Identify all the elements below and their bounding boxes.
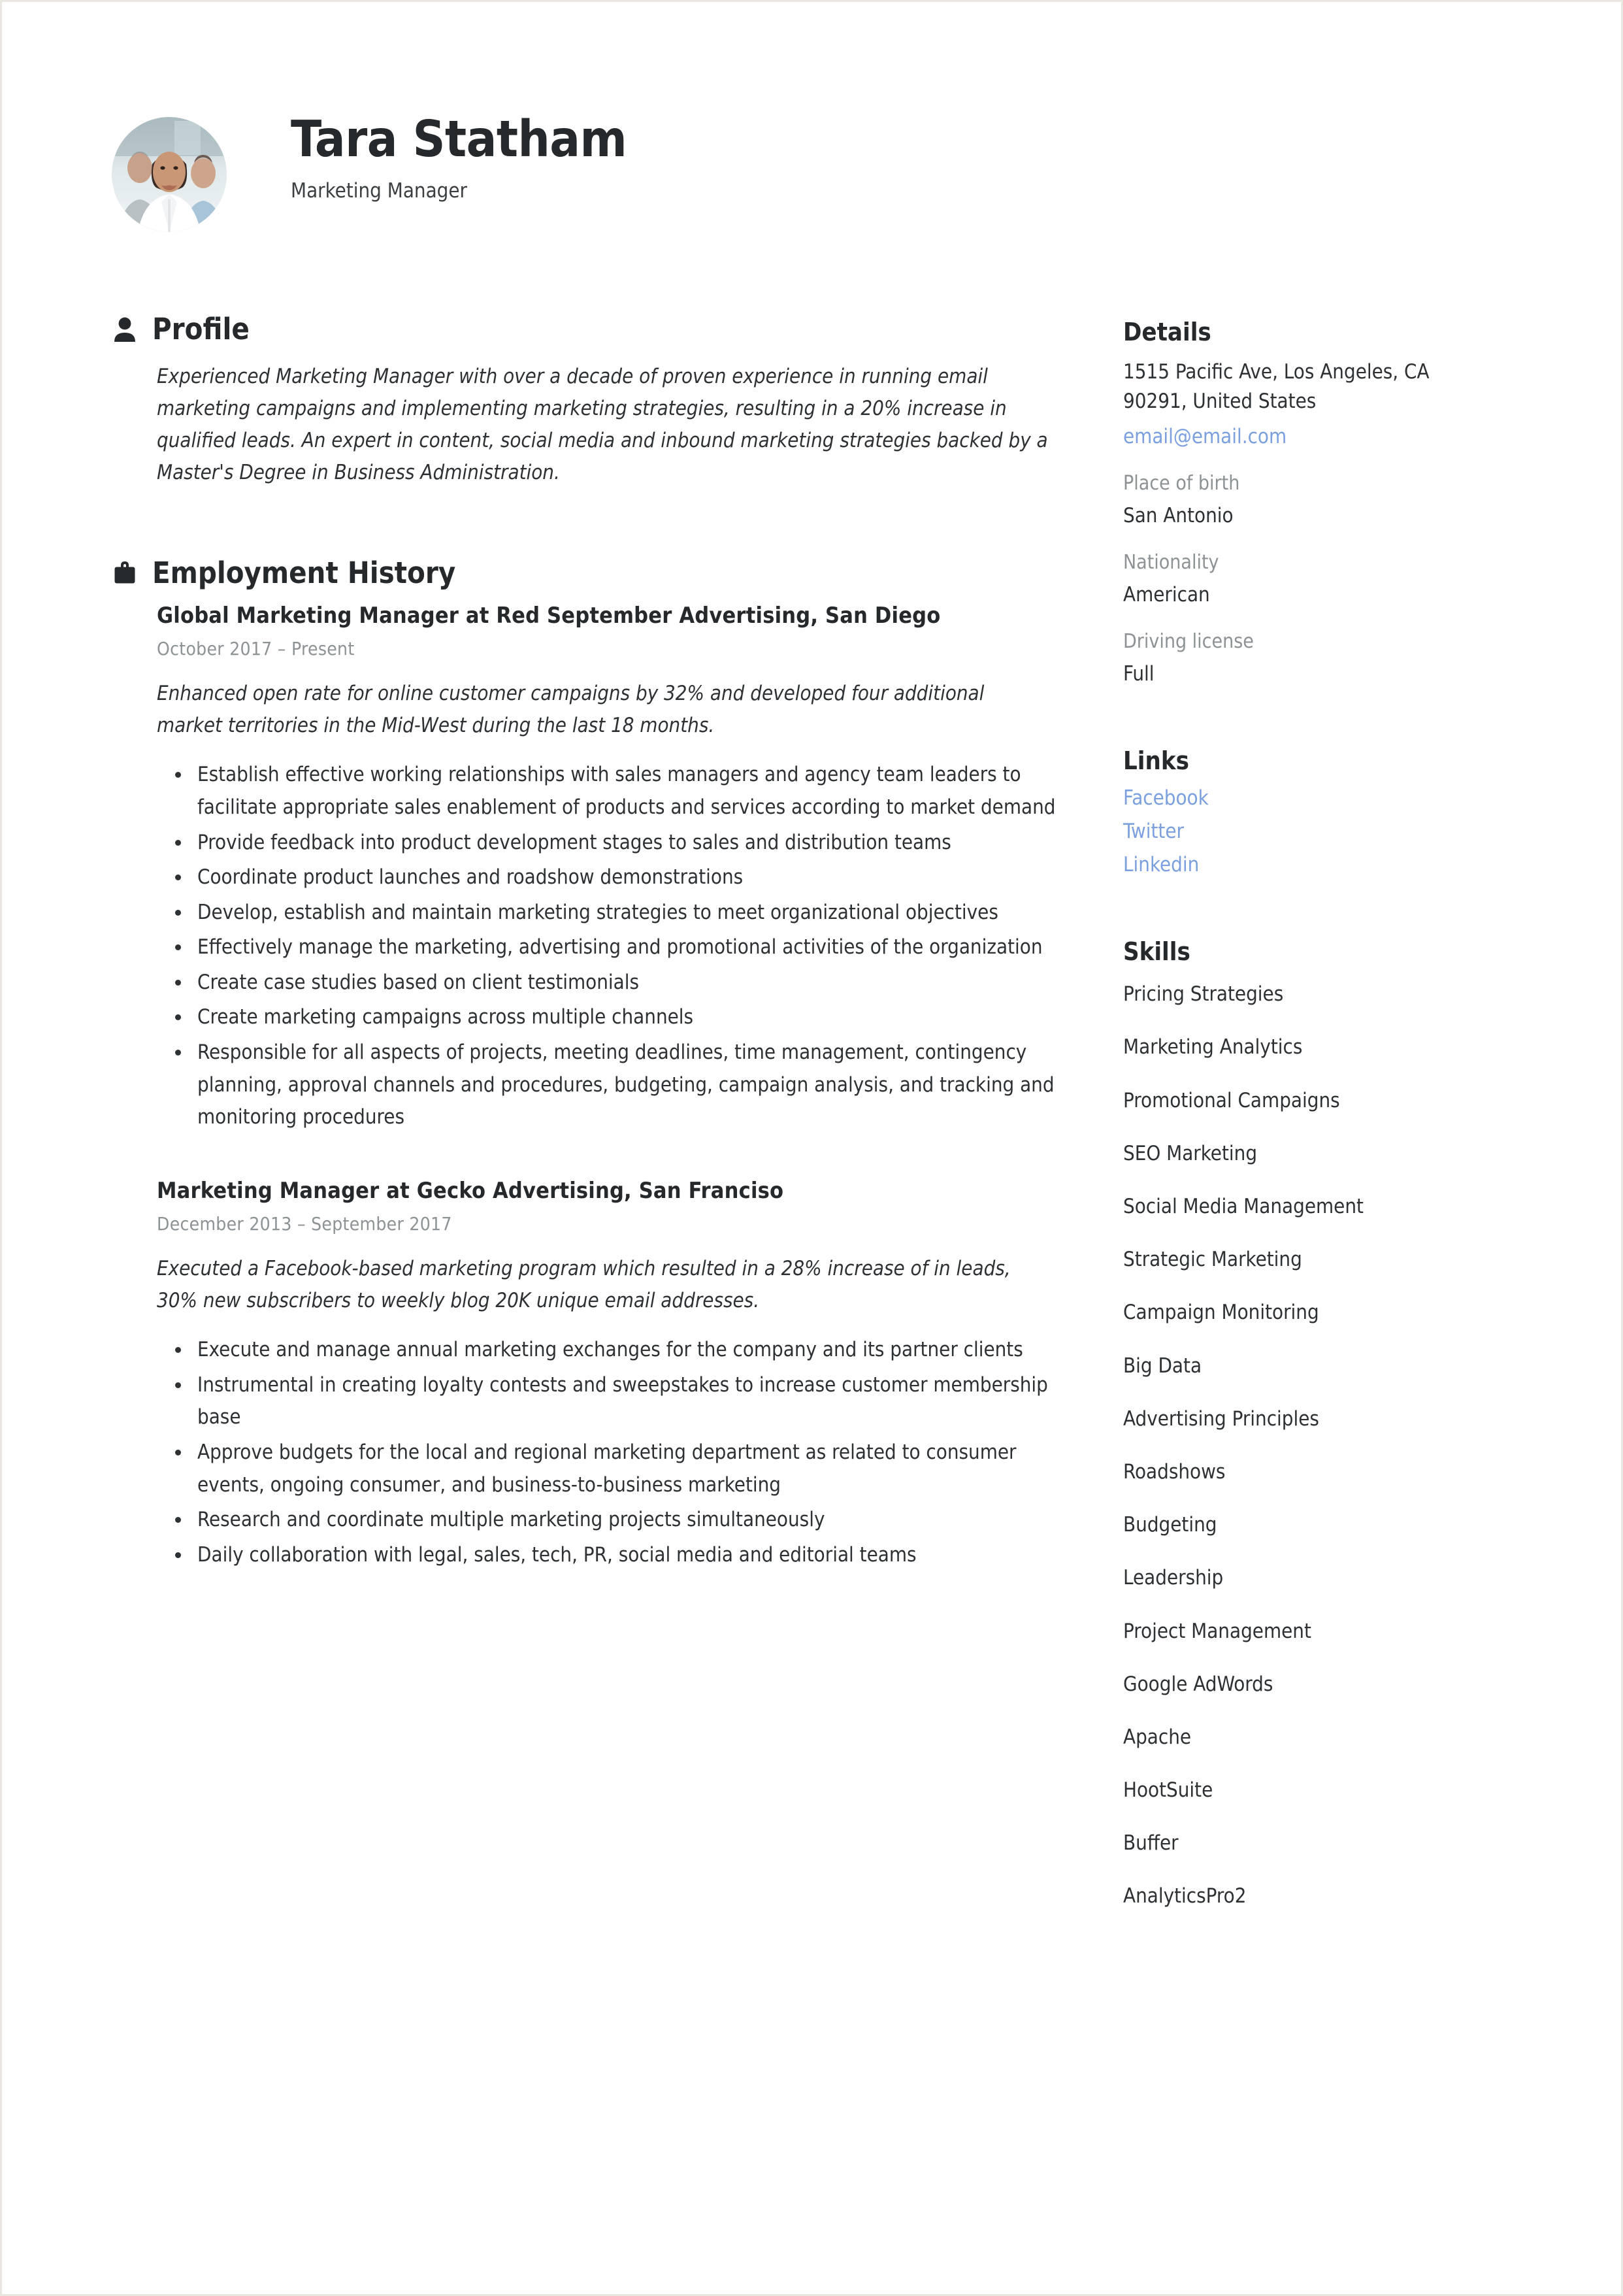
email-link[interactable]: email@email.com: [1123, 425, 1541, 448]
nationality-value: American: [1123, 583, 1210, 607]
skill-item: AnalyticsPro2: [1123, 1884, 1247, 1908]
job-bullets: Execute and manage annual marketing exch…: [157, 1334, 1059, 1571]
page-title: Tara Statham: [291, 110, 627, 169]
resume-sheet: Tara Statham Marketing Manager Profile E: [2, 2, 1621, 2294]
skill-item: Campaign Monitoring: [1123, 1301, 1319, 1325]
skills-title: Skills: [1123, 937, 1190, 967]
skill-item: Promotional Campaigns: [1123, 1088, 1340, 1112]
links-title: Links: [1123, 746, 1189, 776]
skill-item: Project Management: [1123, 1619, 1311, 1643]
skill-item: Marketing Analytics: [1123, 1035, 1303, 1059]
job-heading: Global Marketing Manager at Red Septembe…: [157, 602, 941, 629]
place-of-birth-value: San Antonio: [1123, 504, 1234, 528]
section-employment: Employment History Global Marketing Mana…: [112, 558, 1059, 1572]
name-block: Tara Statham Marketing Manager: [291, 114, 627, 203]
job-summary: Enhanced open rate for online customer c…: [157, 682, 985, 738]
skill-item: Social Media Management: [1123, 1195, 1364, 1218]
list-item: Execute and manage annual marketing exch…: [157, 1334, 1059, 1367]
list-item: Approve budgets for the local and region…: [157, 1437, 1059, 1501]
list-item: Coordinate product launches and roadshow…: [157, 861, 1059, 894]
skill-item: Apache: [1123, 1725, 1192, 1749]
list-item: Create marketing campaigns across multip…: [157, 1001, 1059, 1034]
list-item: Effectively manage the marketing, advert…: [157, 931, 1059, 964]
header-job-title: Marketing Manager: [291, 179, 468, 203]
skill-item: SEO Marketing: [1123, 1141, 1258, 1165]
resume-header: Tara Statham Marketing Manager: [112, 114, 1026, 239]
job-dates: December 2013 – September 2017: [157, 1213, 452, 1235]
place-of-birth-label: Place of birth: [1123, 472, 1240, 495]
skill-item: Roadshows: [1123, 1459, 1226, 1484]
list-item: Create case studies based on client test…: [157, 967, 1059, 999]
job-dates: October 2017 – Present: [157, 638, 355, 660]
employment-entry: Global Marketing Manager at Red Septembe…: [157, 602, 1059, 1134]
job-bullets: Establish effective working relationship…: [157, 759, 1059, 1134]
skill-item: Budgeting: [1123, 1513, 1217, 1537]
sidebar-section-details: Details 1515 Pacific Ave, Los Angeles, C…: [1123, 320, 1541, 686]
nationality-label: Nationality: [1123, 551, 1219, 574]
details-title: Details: [1123, 318, 1211, 346]
skill-item: Big Data: [1123, 1354, 1202, 1378]
link-twitter[interactable]: Twitter: [1123, 820, 1541, 843]
person-icon: [112, 315, 138, 344]
resume-page: Tara Statham Marketing Manager Profile E: [0, 0, 1623, 2296]
list-item: Research and coordinate multiple marketi…: [157, 1504, 1059, 1537]
link-linkedin[interactable]: Linkedin: [1123, 853, 1541, 876]
skill-item: HootSuite: [1123, 1778, 1213, 1803]
list-item: Provide feedback into product developmen…: [157, 827, 1059, 859]
main-content: Profile Experienced Marketing Manager wi…: [112, 314, 1059, 1574]
list-item: Establish effective working relationship…: [157, 759, 1059, 824]
driving-license-label: Driving license: [1123, 630, 1254, 654]
address-line-1: 1515 Pacific Ave, Los Angeles, CA: [1123, 360, 1430, 384]
skill-item: Leadership: [1123, 1566, 1224, 1590]
sidebar-section-skills: Skills Pricing Strategies Marketing Anal…: [1123, 939, 1541, 1908]
list-item: Daily collaboration with legal, sales, t…: [157, 1539, 1059, 1572]
skill-item: Strategic Marketing: [1123, 1248, 1302, 1272]
driving-license-value: Full: [1123, 662, 1155, 686]
list-item: Develop, establish and maintain marketin…: [157, 897, 1059, 929]
links-list: Facebook Twitter Linkedin: [1123, 786, 1541, 876]
address-line-2: 90291, United States: [1123, 389, 1317, 413]
profile-title: Profile: [152, 312, 250, 346]
employment-entry: Marketing Manager at Gecko Advertising, …: [157, 1177, 1059, 1572]
employment-title: Employment History: [152, 555, 456, 590]
skill-item: Buffer: [1123, 1831, 1179, 1855]
section-profile: Profile Experienced Marketing Manager wi…: [112, 314, 1059, 489]
list-item: Instrumental in creating loyalty contest…: [157, 1369, 1059, 1434]
employment-heading: Employment History: [112, 558, 1059, 588]
link-facebook[interactable]: Facebook: [1123, 786, 1541, 810]
job-heading: Marketing Manager at Gecko Advertising, …: [157, 1177, 784, 1204]
sidebar-section-links: Links Facebook Twitter Linkedin: [1123, 748, 1541, 876]
skill-item: Advertising Principles: [1123, 1406, 1319, 1431]
list-item: Responsible for all aspects of projects,…: [157, 1037, 1059, 1134]
profile-text: Experienced Marketing Manager with over …: [157, 365, 1048, 484]
skill-item: Pricing Strategies: [1123, 982, 1284, 1007]
job-summary: Executed a Facebook-based marketing prog…: [157, 1257, 1011, 1313]
profile-heading: Profile: [112, 314, 1059, 344]
skills-list: Pricing Strategies Marketing Analytics P…: [1123, 982, 1541, 1908]
avatar: [112, 117, 227, 232]
skill-item: Google AdWords: [1123, 1672, 1273, 1696]
avatar-photo: [112, 117, 227, 232]
sidebar: Details 1515 Pacific Ave, Los Angeles, C…: [1123, 320, 1541, 1938]
briefcase-icon: [112, 558, 138, 587]
